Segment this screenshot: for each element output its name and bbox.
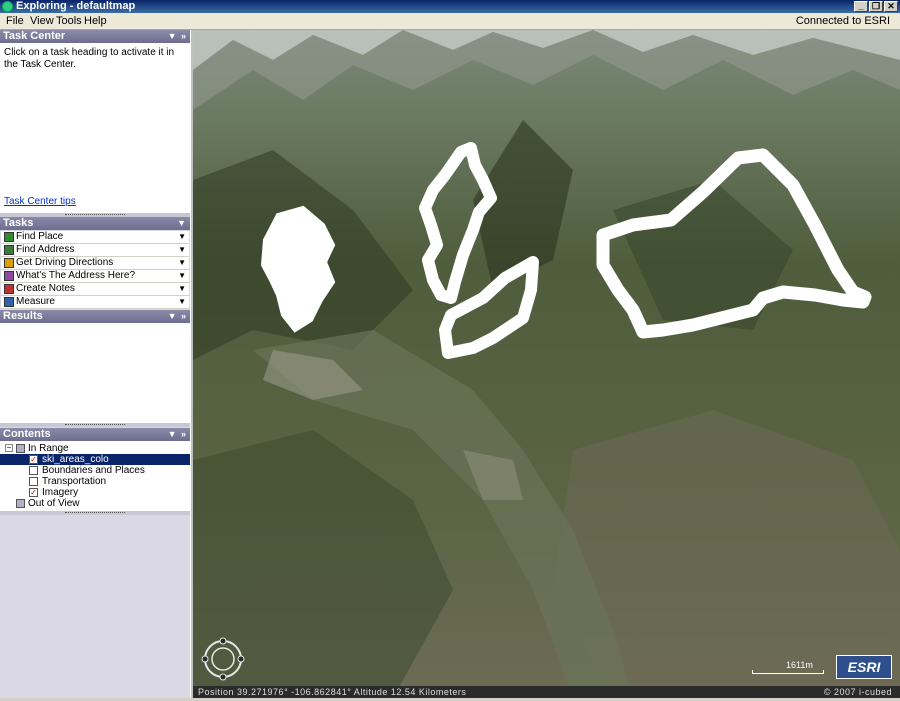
collapse-icon[interactable]: −	[5, 444, 13, 452]
layer-group-icon	[16, 444, 25, 453]
task-find-address[interactable]: Find Address ▼	[1, 244, 189, 257]
find-place-icon	[4, 232, 14, 242]
layer-imagery[interactable]: ✓ Imagery	[0, 487, 190, 498]
checkbox-checked-icon[interactable]: ✓	[29, 488, 38, 497]
dropdown-arrow-icon[interactable]: ▼	[178, 270, 186, 282]
task-driving-directions[interactable]: Get Driving Directions ▼	[1, 257, 189, 270]
layer-transportation[interactable]: Transportation	[0, 476, 190, 487]
dropdown-arrow-icon[interactable]: ▼	[178, 283, 186, 295]
contents-panel: − In Range ✓ ski_areas_colo Boundaries a…	[0, 441, 190, 511]
window-title-bar[interactable]: Exploring - defaultmap _ ❐ ✕	[0, 0, 900, 13]
layer-ski-areas-colo[interactable]: ✓ ski_areas_colo	[0, 454, 190, 465]
terrain-imagery[interactable]	[193, 30, 900, 698]
task-find-place[interactable]: Find Place ▼	[1, 231, 189, 244]
dropdown-arrow-icon[interactable]: ▼	[178, 257, 186, 269]
collapse-chevron-icon[interactable]: ▼ »	[168, 310, 187, 323]
collapse-chevron-icon[interactable]: ▼	[177, 217, 187, 230]
close-button[interactable]: ✕	[884, 1, 898, 12]
globe-app-icon	[2, 1, 13, 12]
task-create-notes[interactable]: Create Notes ▼	[1, 283, 189, 296]
minimize-button[interactable]: _	[854, 1, 868, 12]
contents-header[interactable]: Contents ▼ »	[0, 428, 190, 441]
esri-logo[interactable]: ESRI	[836, 655, 892, 679]
map-status-bar: Position 39.271976° -106.862841° Altitud…	[193, 686, 900, 698]
checkbox-icon[interactable]	[29, 466, 38, 475]
menu-bar: File View Tools Help Connected to ESRI	[0, 13, 900, 30]
task-center-panel: Click on a task heading to activate it i…	[0, 43, 190, 213]
connection-status: Connected to ESRI	[795, 15, 890, 27]
map-view[interactable]	[193, 30, 900, 698]
out-of-view-node[interactable]: Out of View	[0, 498, 190, 509]
restore-button[interactable]: ❐	[869, 1, 883, 12]
menu-file[interactable]: File	[6, 15, 24, 27]
results-panel	[0, 323, 190, 423]
create-notes-icon	[4, 284, 14, 294]
task-center-header[interactable]: Task Center ▼ »	[0, 30, 190, 43]
tasks-header[interactable]: Tasks ▼	[0, 217, 190, 230]
driving-directions-icon	[4, 258, 14, 268]
layer-boundaries-and-places[interactable]: Boundaries and Places	[0, 465, 190, 476]
task-address-here[interactable]: What's The Address Here? ▼	[1, 270, 189, 283]
navigation-control[interactable]	[200, 636, 246, 682]
results-splitter[interactable]	[0, 423, 190, 427]
measure-icon	[4, 297, 14, 307]
results-header[interactable]: Results ▼ »	[0, 310, 190, 323]
find-address-icon	[4, 245, 14, 255]
in-range-node[interactable]: − In Range	[0, 443, 190, 454]
scale-label: 1611m	[786, 660, 813, 670]
collapse-chevron-icon[interactable]: ▼ »	[168, 428, 187, 441]
task-center-tips-link[interactable]: Task Center tips	[4, 196, 76, 207]
dropdown-arrow-icon[interactable]: ▼	[178, 231, 186, 243]
menu-tools[interactable]: Tools	[56, 15, 82, 27]
menu-help[interactable]: Help	[84, 15, 107, 27]
task-measure[interactable]: Measure ▼	[1, 296, 189, 309]
collapse-chevron-icon[interactable]: ▼ »	[168, 30, 187, 43]
dropdown-arrow-icon[interactable]: ▼	[178, 296, 186, 308]
address-here-icon	[4, 271, 14, 281]
window-title: Exploring - defaultmap	[16, 0, 136, 12]
menu-view[interactable]: View	[30, 15, 54, 27]
dropdown-arrow-icon[interactable]: ▼	[178, 244, 186, 256]
scale-bar-line	[752, 670, 824, 674]
checkbox-checked-icon[interactable]: ✓	[29, 455, 38, 464]
imagery-copyright: © 2007 i-cubed	[823, 687, 892, 697]
checkbox-icon[interactable]	[29, 477, 38, 486]
position-readout: Position 39.271976° -106.862841° Altitud…	[198, 687, 467, 697]
task-center-message: Click on a task heading to activate it i…	[4, 47, 175, 70]
left-pane: Task Center ▼ » Click on a task heading …	[0, 30, 191, 698]
layer-group-icon	[16, 499, 25, 508]
contents-splitter[interactable]	[0, 511, 190, 515]
